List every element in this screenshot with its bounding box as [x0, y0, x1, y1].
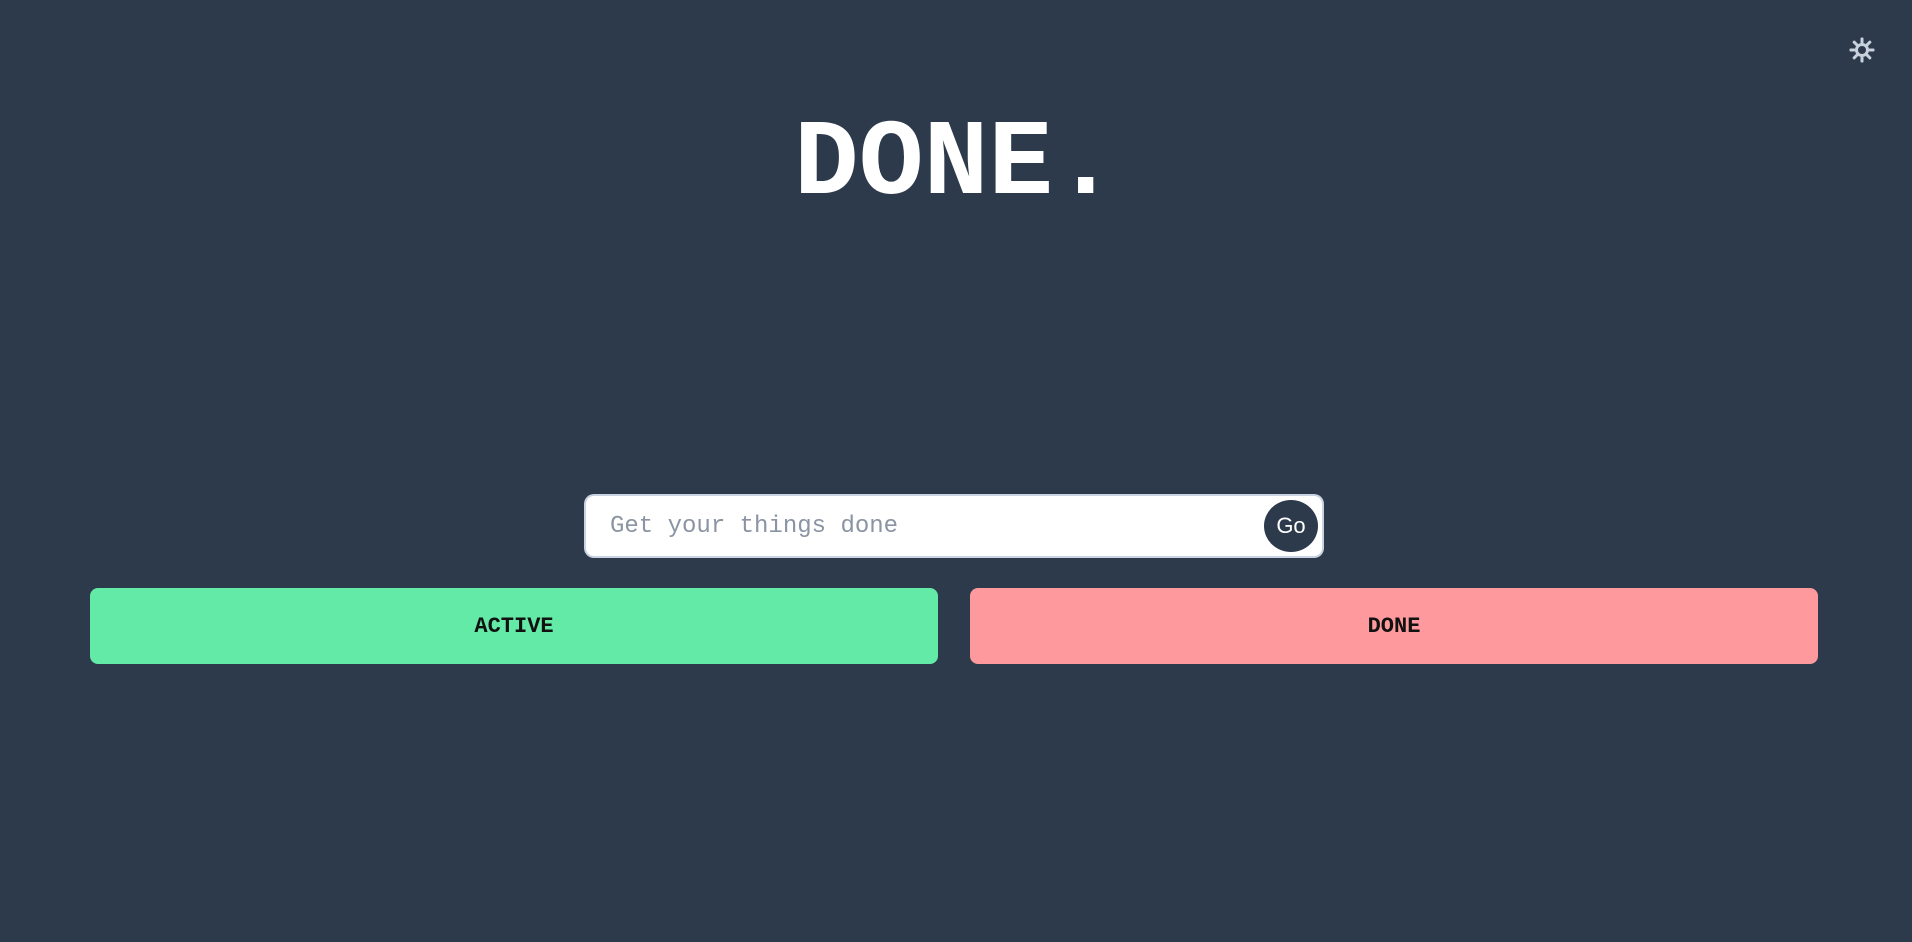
task-entry-form: Go [586, 496, 1322, 556]
page-title: DONE. [793, 104, 1119, 226]
filter-active-button[interactable]: ACTIVE [90, 588, 938, 664]
sun-icon [1849, 37, 1875, 68]
task-input[interactable] [586, 496, 1246, 556]
filter-done-button[interactable]: DONE [970, 588, 1818, 664]
go-button[interactable]: Go [1264, 500, 1318, 552]
theme-toggle-button[interactable] [1848, 37, 1876, 68]
